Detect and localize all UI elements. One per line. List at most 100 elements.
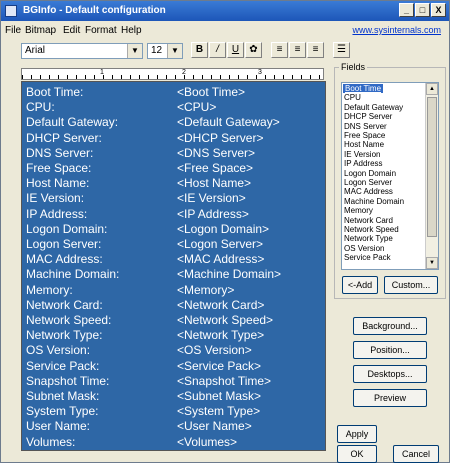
sysinternals-link[interactable]: www.sysinternals.com (352, 25, 441, 35)
scroll-up-icon[interactable]: ▲ (426, 83, 438, 95)
desktops-button[interactable]: Desktops... (353, 365, 427, 383)
ruler-ticks (22, 75, 323, 79)
field-label: Volumes: (26, 434, 76, 449)
ruler-mark: 2 (182, 69, 186, 76)
text-editor[interactable]: Boot Time: <Boot Time> CPU: <CPU> Default Ga… (21, 81, 326, 451)
bullets-button[interactable]: ☰ (333, 42, 350, 58)
field-label: Logon Server: (26, 237, 102, 251)
fields-list-item[interactable]: DHCP Server (344, 112, 392, 121)
chevron-down-icon[interactable]: ▼ (167, 44, 182, 58)
align-left-button[interactable]: ≡ (271, 42, 288, 58)
bold-button[interactable]: B (191, 42, 208, 58)
minimize-button[interactable]: _ (399, 3, 414, 17)
field-label: Network Card: (26, 297, 103, 312)
fields-list-item[interactable]: Host Name (344, 140, 384, 149)
background-button[interactable]: Background... (353, 317, 427, 335)
fields-list-item[interactable]: Service Pack (344, 253, 391, 262)
add-field-button[interactable]: <-Add (342, 276, 378, 294)
field-label: Default Gateway: (26, 115, 119, 130)
fields-list-item[interactable]: Logon Server (344, 178, 392, 187)
maximize-button[interactable]: □ (415, 3, 430, 17)
color-button[interactable]: ✿ (245, 42, 262, 58)
field-token: <CPU> (177, 100, 217, 115)
menu-bitmap[interactable]: Bitmap (25, 25, 56, 36)
fields-list-item[interactable]: DNS Server (344, 122, 387, 131)
position-button[interactable]: Position... (353, 341, 427, 359)
field-label: Boot Time: (26, 85, 84, 99)
close-button[interactable]: X (431, 3, 446, 17)
fields-list-item[interactable]: Network Type (344, 234, 393, 243)
fields-list-item[interactable]: Machine Domain (344, 197, 404, 206)
menu-file[interactable]: File (5, 25, 21, 36)
field-token: <IE Version> (177, 191, 246, 206)
menu-format[interactable]: Format (85, 25, 117, 36)
field-label: Service Pack: (26, 358, 100, 373)
field-token: <Network Speed> (177, 313, 274, 327)
fields-list-item[interactable]: IP Address (344, 159, 383, 168)
fields-list-item[interactable]: Boot Time (343, 84, 384, 93)
size-value: 12 (151, 45, 163, 56)
field-label: CPU: (26, 100, 55, 115)
align-right-button[interactable]: ≡ (307, 42, 324, 58)
fields-scrollbar[interactable]: ▲ ▼ (425, 83, 438, 269)
preview-button[interactable]: Preview (353, 389, 427, 407)
size-combo[interactable]: 12 ▼ (147, 43, 183, 59)
field-token: <User Name> (177, 419, 252, 434)
ok-button[interactable]: OK (337, 445, 377, 463)
field-token: <Network Card> (177, 297, 265, 312)
ruler: 1 2 3 (21, 68, 324, 80)
ruler-mark: 3 (258, 69, 262, 76)
field-token: <Logon Server> (177, 237, 264, 251)
align-center-button[interactable]: ≡ (289, 42, 306, 58)
field-token: <Volumes> (177, 434, 238, 449)
fields-label: Fields (339, 62, 368, 72)
field-token: <Subnet Mask> (177, 389, 262, 403)
fields-list-item[interactable]: Network Speed (344, 225, 399, 234)
field-token: <DNS Server> (177, 145, 256, 160)
ruler-mark: 1 (100, 69, 104, 76)
fields-listbox[interactable]: Service Pack OS Version Network Type Networ… (341, 82, 439, 270)
title-bar[interactable]: BGInfo - Default configuration _ □ X (1, 1, 449, 21)
scroll-down-icon[interactable]: ▼ (426, 257, 438, 269)
field-label: System Type: (26, 404, 99, 419)
field-label: Snapshot Time: (26, 373, 110, 388)
underline-button[interactable]: U (227, 42, 244, 58)
italic-button[interactable]: / (209, 42, 226, 58)
fields-list-item[interactable]: Logon Domain (344, 169, 396, 178)
field-token: <Snapshot Time> (177, 373, 272, 388)
fields-list-item[interactable]: MAC Address (344, 187, 393, 196)
fields-list-item[interactable]: Network Card (344, 216, 393, 225)
field-label: Network Speed: (26, 313, 112, 327)
field-label: Machine Domain: (26, 267, 120, 282)
chevron-down-icon[interactable]: ▼ (127, 44, 142, 58)
field-label: Memory: (26, 282, 73, 297)
fields-list-item[interactable]: Default Gateway (344, 103, 403, 112)
field-token: <Service Pack> (177, 358, 262, 373)
fields-list-item[interactable]: Free Space (344, 131, 385, 140)
field-label: Host Name: (26, 176, 90, 191)
field-token: <MAC Address> (177, 252, 265, 267)
fields-list-item[interactable]: CPU (344, 93, 361, 102)
app-icon (5, 5, 17, 17)
field-token: <System Type> (177, 404, 261, 419)
format-toolbar: Arial ▼ 12 ▼ B / U ✿ ≡ ≡ ≡ ☰ (1, 40, 449, 62)
apply-button[interactable]: Apply (337, 425, 377, 443)
field-label: MAC Address: (26, 252, 103, 267)
field-token: <IP Address> (177, 206, 249, 221)
fields-list-item[interactable]: OS Version (344, 244, 384, 253)
menu-edit[interactable]: Edit (63, 25, 80, 36)
field-token: <Network Type> (177, 328, 265, 343)
field-label: User Name: (26, 419, 91, 434)
field-token: <Machine Domain> (177, 267, 282, 282)
fields-list-item[interactable]: IE Version (344, 150, 380, 159)
menu-bar: File Bitmap Edit Format Help www.sysinte… (1, 23, 449, 39)
custom-field-button[interactable]: Custom... (384, 276, 438, 294)
scroll-thumb[interactable] (427, 97, 437, 237)
cancel-button[interactable]: Cancel (393, 445, 439, 463)
font-combo[interactable]: Arial ▼ (21, 43, 143, 59)
field-label: DNS Server: (26, 145, 94, 160)
field-label: DHCP Server: (26, 130, 102, 145)
font-value: Arial (25, 45, 46, 56)
fields-list-item[interactable]: Memory (344, 206, 373, 215)
menu-help[interactable]: Help (121, 25, 142, 36)
